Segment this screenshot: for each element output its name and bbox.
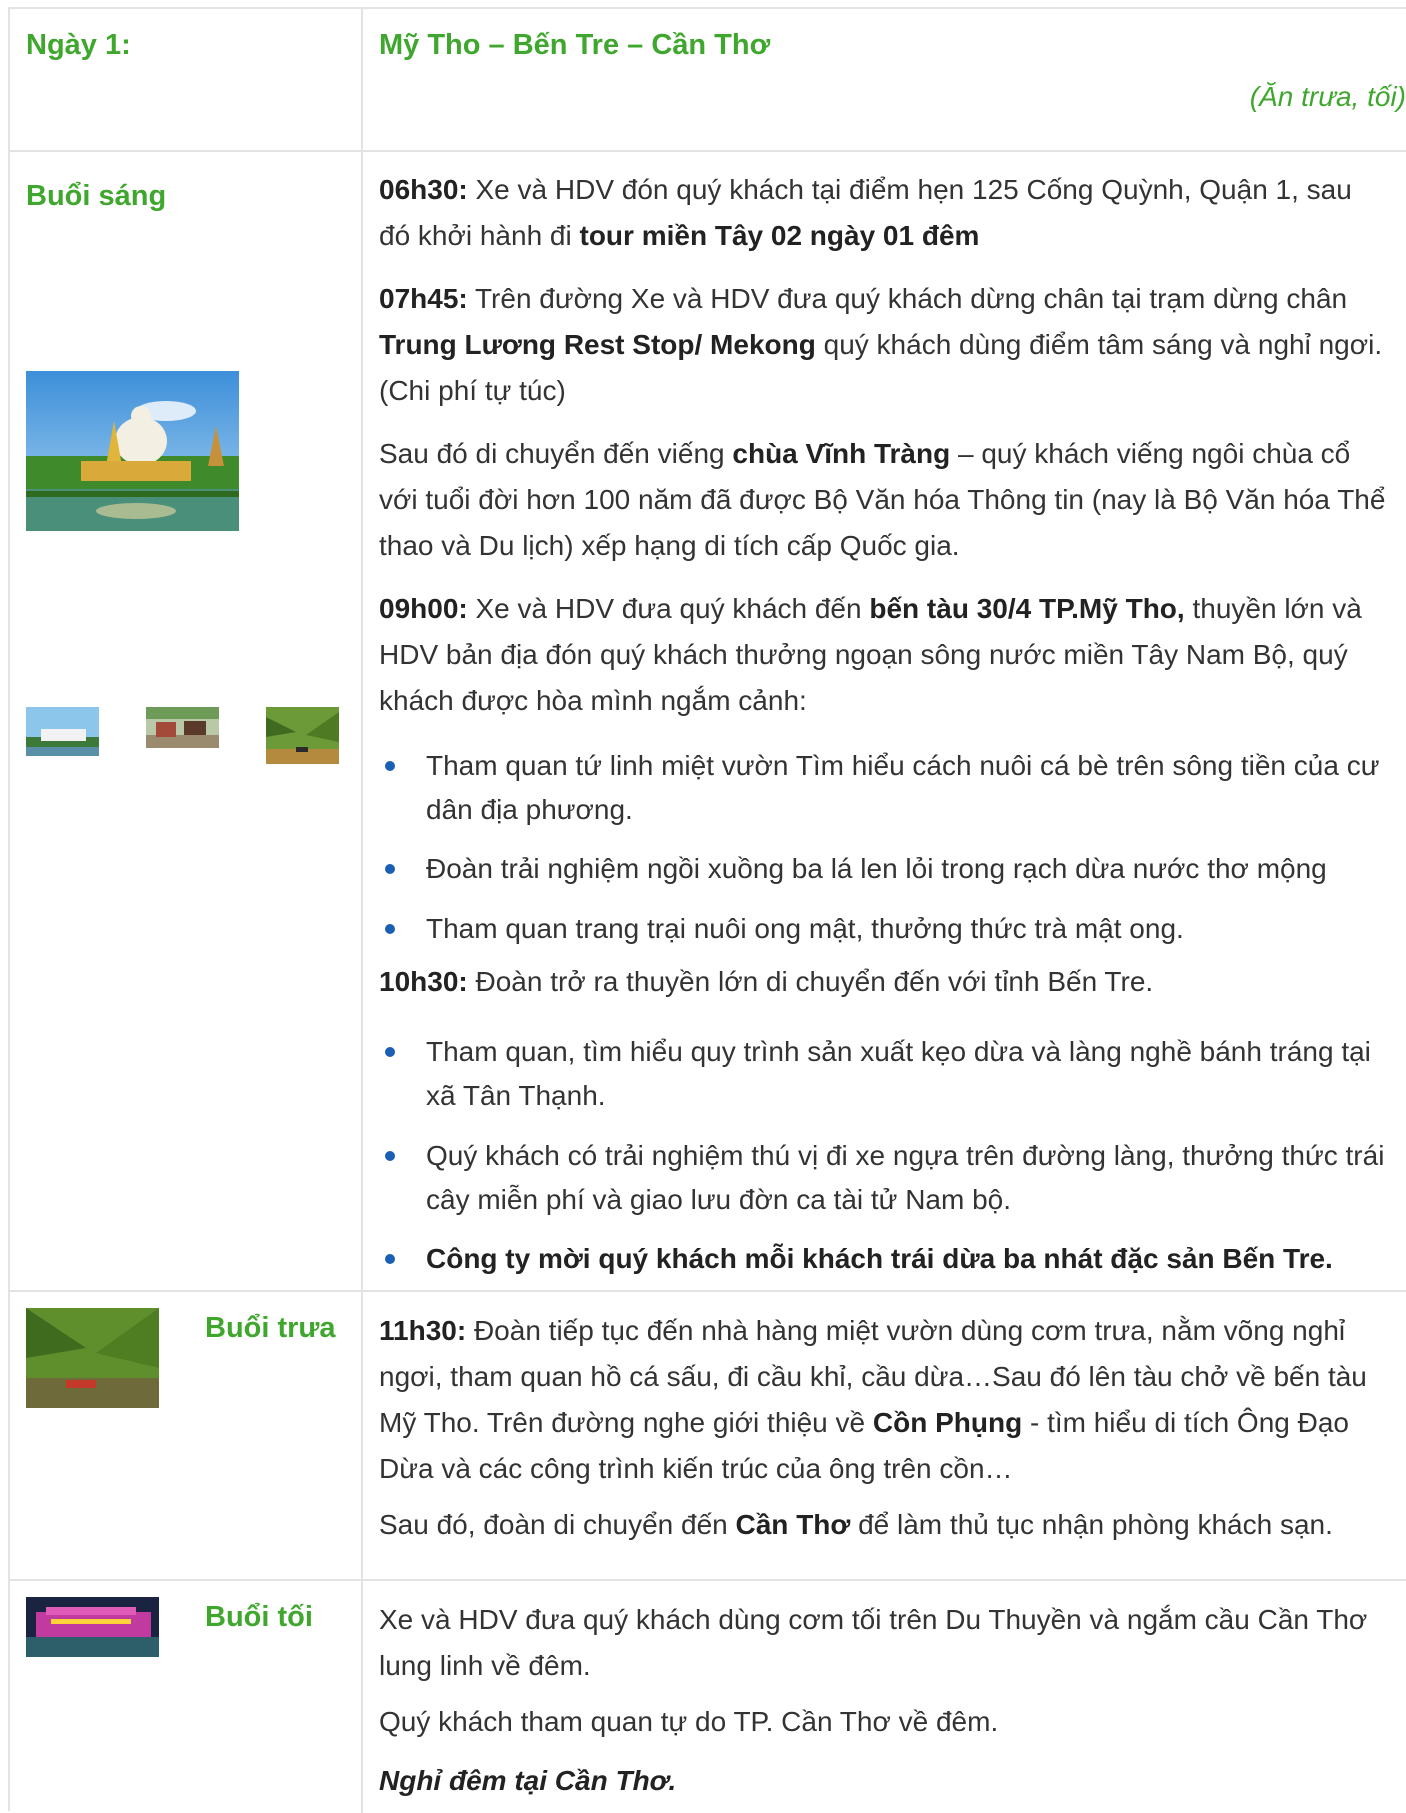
list-item: Đoàn trải nghiệm ngồi xuồng ba lá len lỏ… (426, 853, 1327, 884)
evening-row: Buổi tối Xe và HDV đưa quý khách dùng cơ… (10, 1581, 1406, 1813)
pagoda-photo (26, 371, 239, 531)
bullet-dot (385, 761, 395, 771)
bullet-dot (385, 864, 395, 874)
list-item: Tham quan tứ linh miệt vườn Tìm hiểu các… (426, 750, 1380, 825)
list-item-coconut-offer: Công ty mời quý khách mỗi khách trái dừa… (426, 1243, 1333, 1274)
evening-paragraph-dinner: Xe và HDV đưa quý khách dùng cơm tối trê… (379, 1604, 1368, 1681)
morning-row: Buổi sáng 06h30: Xe và HDV đón quý khách… (10, 152, 1406, 1292)
coconut-canal-photo (266, 707, 339, 764)
list-item: Tham quan, tìm hiểu quy trình sản xuất k… (426, 1036, 1371, 1111)
day-label: Ngày 1: (26, 29, 131, 61)
bullet-dot (385, 1047, 395, 1057)
morning-paragraph-pagoda: Sau đó di chuyển đến viếng chùa Vĩnh Trà… (379, 438, 1386, 561)
boat-canal-photo (26, 1308, 159, 1408)
cruise-ship-photo (26, 1597, 159, 1657)
noon-label: Buổi trưa (205, 1312, 336, 1344)
morning-paragraph-0900: 09h00: Xe và HDV đưa quý khách đến bến t… (379, 593, 1362, 716)
day-header-row: Ngày 1: Mỹ Tho – Bến Tre – Cần Thơ (Ăn t… (10, 9, 1406, 152)
day-route-title: Mỹ Tho – Bến Tre – Cần Thơ (379, 29, 771, 61)
bullet-dot (385, 1254, 395, 1264)
overnight-note: Nghỉ đêm tại Cần Thơ. (379, 1765, 677, 1796)
bullet-dot (385, 924, 395, 934)
itinerary-table: Ngày 1: Mỹ Tho – Bến Tre – Cần Thơ (Ăn t… (8, 7, 1406, 1813)
bullet-dot (385, 1151, 395, 1161)
morning-paragraph-1030: 10h30: Đoàn trở ra thuyền lớn di chuyển … (379, 966, 1154, 997)
horse-cart-photo (146, 707, 219, 748)
noon-paragraph-1130: 11h30: Đoàn tiếp tục đến nhà hàng miệt v… (379, 1315, 1367, 1484)
morning-paragraph-0630: 06h30: Xe và HDV đón quý khách tại điểm … (379, 174, 1352, 251)
floating-market-photo (26, 707, 99, 756)
evening-label: Buổi tối (205, 1601, 313, 1633)
noon-row: Buổi trưa 11h30: Đoàn tiếp tục đến nhà h… (10, 1292, 1406, 1581)
list-item: Tham quan trang trại nuôi ong mật, thưởn… (426, 913, 1184, 944)
morning-label: Buổi sáng (26, 180, 167, 212)
morning-paragraph-0745: 07h45: Trên đường Xe và HDV đưa quý khác… (379, 283, 1383, 406)
meals-note: (Ăn trưa, tối) (1249, 81, 1406, 112)
evening-paragraph-free-time: Quý khách tham quan tự do TP. Cần Thơ về… (379, 1706, 999, 1737)
list-item: Quý khách có trải nghiệm thú vị đi xe ng… (426, 1140, 1385, 1215)
noon-paragraph-cantho: Sau đó, đoàn di chuyển đến Cần Thơ để là… (379, 1509, 1333, 1540)
